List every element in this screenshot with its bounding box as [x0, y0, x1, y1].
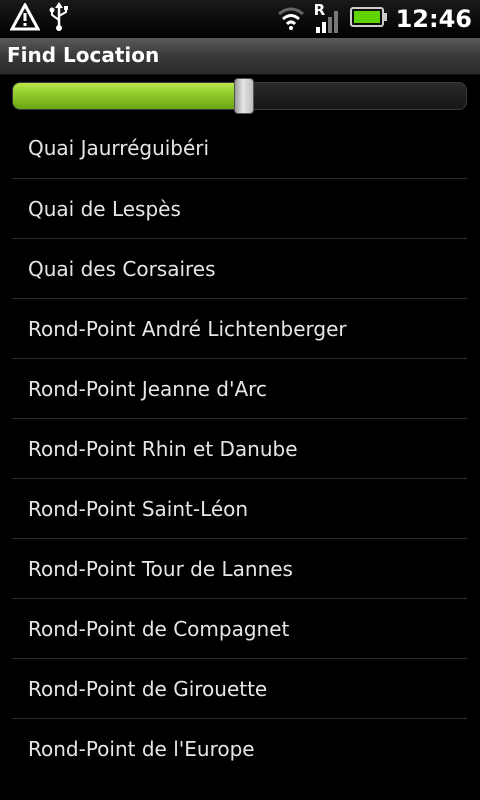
- list-item[interactable]: Rond-Point Rhin et Danube: [12, 418, 467, 478]
- roaming-signal-icon: R: [314, 1, 342, 35]
- location-list: Quai Jaurréguibéri Quai de Lespès Quai des…: [12, 118, 467, 778]
- battery-icon: [349, 6, 388, 32]
- location-slider[interactable]: [12, 78, 467, 114]
- list-item[interactable]: Rond-Point Jeanne d'Arc: [12, 358, 467, 418]
- slider-fill: [13, 83, 245, 109]
- list-item[interactable]: Rond-Point de Compagnet: [12, 598, 467, 658]
- page-title: Find Location: [7, 43, 160, 67]
- list-item[interactable]: Quai des Corsaires: [12, 238, 467, 298]
- usb-icon: [48, 2, 70, 36]
- list-item[interactable]: Rond-Point de l'Europe: [12, 718, 467, 778]
- list-item[interactable]: Rond-Point Saint-Léon: [12, 478, 467, 538]
- list-item[interactable]: Quai Jaurréguibéri: [12, 118, 467, 178]
- status-bar: R 12:46: [0, 0, 480, 38]
- warning-icon: [9, 1, 41, 35]
- list-item[interactable]: Rond-Point André Lichtenberger: [12, 298, 467, 358]
- list-item[interactable]: Quai de Lespès: [12, 178, 467, 238]
- status-bar-left: [9, 1, 70, 36]
- list-item[interactable]: Rond-Point Tour de Lannes: [12, 538, 467, 598]
- status-bar-right: R 12:46: [276, 0, 472, 38]
- title-bar: Find Location: [0, 38, 480, 75]
- wifi-icon: [276, 4, 306, 34]
- slider-thumb[interactable]: [234, 78, 255, 114]
- list-item[interactable]: Rond-Point de Girouette: [12, 658, 467, 718]
- clock: 12:46: [395, 5, 472, 33]
